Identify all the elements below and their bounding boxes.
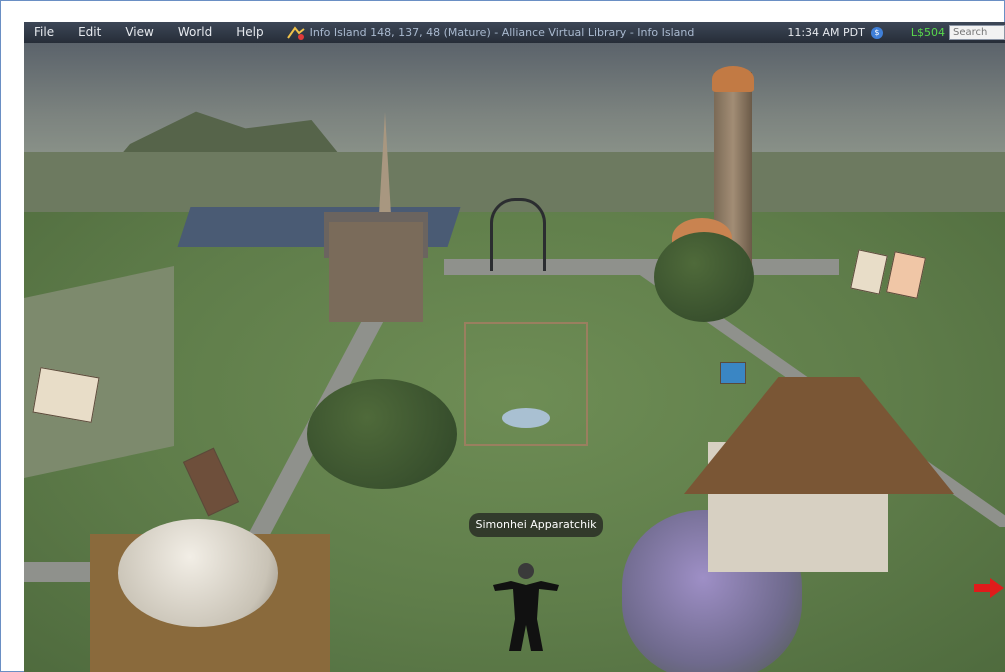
avatar[interactable] [491, 559, 561, 653]
red-arrow-icon[interactable] [974, 578, 1004, 598]
location-text[interactable]: Info Island 148, 137, 48 (Mature) - Alli… [310, 26, 695, 39]
avatar-nametag: Simonhei Apparatchik [469, 513, 603, 537]
menu-world[interactable]: World [166, 22, 224, 43]
tree [654, 232, 754, 322]
balance[interactable]: L$504 [911, 26, 945, 39]
black-arch[interactable] [490, 198, 546, 271]
status-area: 11:34 AM PDT $ L$504 [787, 22, 1005, 43]
menu-bar: File Edit View World Help Info Island 14… [24, 22, 1005, 43]
menu-help[interactable]: Help [224, 22, 275, 43]
menu-file[interactable]: File [24, 22, 66, 43]
stone-house[interactable] [329, 222, 423, 322]
tree [307, 379, 457, 489]
white-dome [118, 519, 278, 627]
linden-dollar-icon[interactable]: $ [870, 26, 883, 39]
minaret-cap [712, 66, 754, 92]
search-input[interactable] [949, 25, 1005, 40]
sign[interactable] [720, 362, 746, 384]
fountain[interactable] [502, 408, 550, 428]
menu-edit[interactable]: Edit [66, 22, 113, 43]
map-pin-icon[interactable] [286, 25, 306, 41]
clock: 11:34 AM PDT [787, 26, 865, 39]
3d-world-view[interactable]: Simonhei Apparatchik [24, 22, 1005, 672]
menu-view[interactable]: View [113, 22, 165, 43]
